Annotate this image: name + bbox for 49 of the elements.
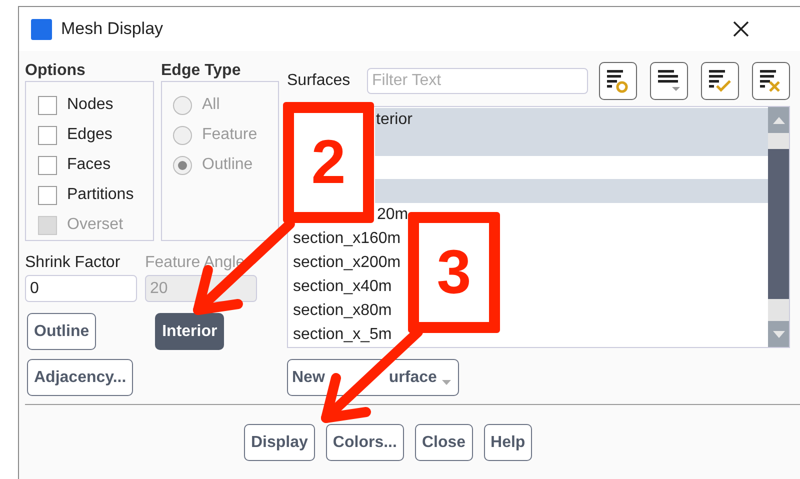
app-logo-icon: [31, 18, 52, 40]
list-item-text: section_x_5m: [293, 325, 392, 346]
dialog-button[interactable]: Close: [414, 424, 473, 461]
options-heading: Options: [25, 61, 86, 81]
dialog-button[interactable]: Colors...: [326, 424, 404, 461]
toolbar-button[interactable]: [701, 62, 739, 100]
list-item-text: terior: [376, 110, 412, 130]
list-item[interactable]: terior: [375, 108, 768, 132]
toolbar-button[interactable]: [650, 62, 688, 100]
step-number-callout: 3: [408, 212, 500, 333]
toolbar-button[interactable]: [752, 62, 790, 100]
checkbox-label: Edges: [67, 125, 112, 145]
radio-label: All: [202, 95, 220, 115]
adjacency-button[interactable]: Adjacency...: [27, 359, 134, 396]
close-icon[interactable]: [733, 21, 750, 37]
filter-list-circle-icon: [605, 67, 631, 95]
list-item-text: section_x80m: [293, 301, 392, 322]
radio-button[interactable]: [173, 156, 192, 174]
caret-icon: [442, 380, 451, 385]
dialog-button[interactable]: Display: [244, 424, 315, 461]
checkbox-label: Nodes: [67, 95, 114, 115]
surfaces-label: Surfaces: [287, 71, 352, 91]
step-number-callout: 2: [283, 102, 374, 223]
dialog-button[interactable]: Help: [484, 424, 532, 461]
radio-label: Outline: [202, 155, 253, 175]
mode-button[interactable]: Interior: [155, 313, 224, 350]
list-item-text: section_x200m: [293, 253, 401, 274]
list-item-text: section_x160m: [293, 229, 401, 250]
scroll-down-icon[interactable]: [772, 330, 784, 338]
scroll-up-icon[interactable]: [772, 116, 784, 124]
edge-type-heading: Edge Type: [161, 61, 242, 81]
checkbox-label: Partitions: [67, 185, 134, 205]
scrollbar[interactable]: [768, 107, 789, 347]
filter-field[interactable]: Filter Text: [367, 68, 588, 94]
checkbox[interactable]: [38, 186, 57, 204]
checkbox-label: Overset: [67, 215, 124, 235]
mode-button[interactable]: Outline: [27, 313, 96, 350]
checkbox[interactable]: [38, 156, 57, 174]
shrink-factor-field[interactable]: 0: [25, 275, 137, 302]
checkbox[interactable]: [38, 96, 57, 114]
list-item-text: section_x40m: [293, 277, 392, 298]
toolbar-button[interactable]: [599, 62, 637, 100]
checkbox-label: Faces: [67, 155, 111, 175]
radio-button[interactable]: [173, 126, 192, 144]
checkbox[interactable]: [38, 126, 57, 144]
radio-label: Feature: [202, 125, 258, 145]
window-title: Mesh Display: [61, 18, 164, 40]
shrink-factor-label: Shrink Factor: [25, 253, 122, 271]
radio-button[interactable]: [173, 96, 192, 114]
